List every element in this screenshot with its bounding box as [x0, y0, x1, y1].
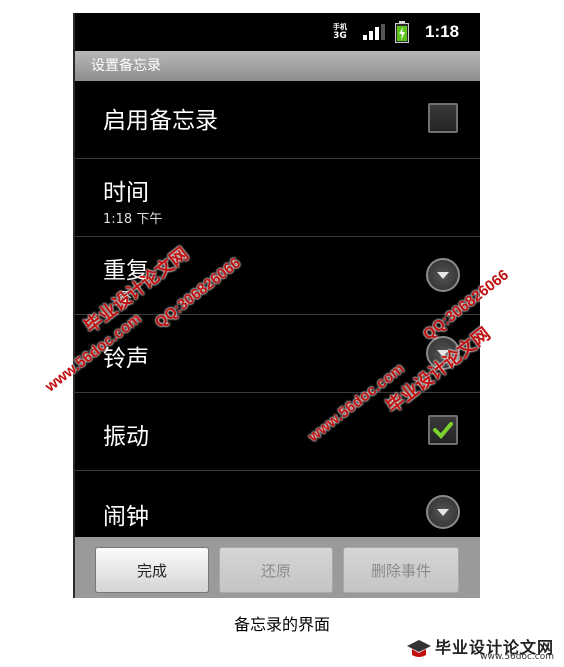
- button-bar: 完成 还原 删除事件: [75, 537, 480, 598]
- logo-url: www.56doc.com: [480, 652, 554, 662]
- repeat-dropdown-icon[interactable]: [426, 258, 460, 292]
- enable-memo-checkbox[interactable]: [428, 103, 458, 133]
- pref-enable-memo[interactable]: 启用备忘录: [75, 81, 480, 159]
- network-type-label: 3G: [333, 31, 347, 41]
- status-clock: 1:18: [425, 22, 460, 41]
- title-bar: 设置备忘录: [75, 51, 480, 81]
- pref-title: 振动: [103, 424, 149, 450]
- pref-summary: 1:18 下午: [103, 212, 163, 227]
- page-title: 设置备忘录: [91, 58, 161, 74]
- network-type: 手机 3G: [333, 13, 347, 51]
- graduation-cap-icon: [407, 640, 431, 657]
- alarm-dropdown-icon[interactable]: [426, 495, 460, 529]
- vibrate-checkbox[interactable]: [428, 415, 458, 445]
- footer-logo: 毕业设计论文网 www.56doc.com: [404, 632, 554, 664]
- delete-event-button[interactable]: 删除事件: [343, 547, 459, 593]
- pref-vibrate[interactable]: 振动: [75, 393, 480, 471]
- revert-button[interactable]: 还原: [219, 547, 333, 593]
- pref-title: 闹钟: [103, 504, 149, 530]
- signal-icon: [363, 13, 385, 51]
- done-button[interactable]: 完成: [95, 547, 209, 593]
- pref-title: 启用备忘录: [103, 108, 218, 134]
- battery-charging-icon: [395, 13, 409, 51]
- pref-time[interactable]: 时间 1:18 下午: [75, 159, 480, 237]
- status-bar: 手机 3G 1:18: [75, 13, 480, 51]
- pref-title: 时间: [103, 180, 149, 206]
- checkmark-icon: [433, 422, 453, 439]
